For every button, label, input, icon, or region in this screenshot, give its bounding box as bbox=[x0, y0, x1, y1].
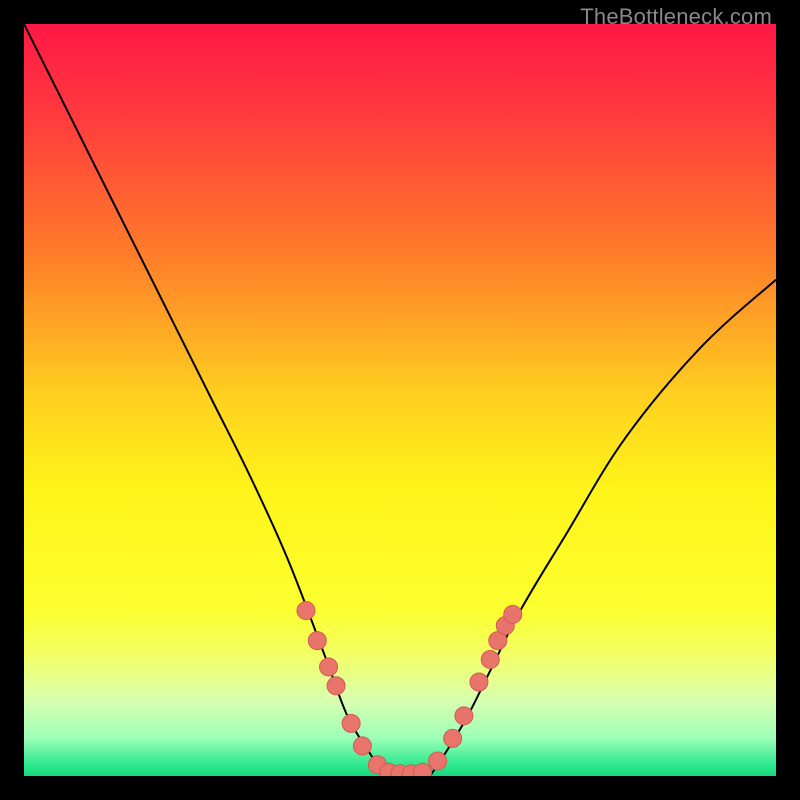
data-marker bbox=[297, 602, 315, 620]
chart-frame bbox=[24, 24, 776, 776]
data-marker bbox=[504, 605, 522, 623]
data-marker bbox=[429, 752, 447, 770]
data-marker bbox=[481, 650, 499, 668]
data-marker bbox=[308, 632, 326, 650]
data-marker bbox=[342, 714, 360, 732]
data-marker bbox=[414, 763, 432, 776]
data-marker bbox=[470, 673, 488, 691]
chart-background bbox=[24, 24, 776, 776]
chart-svg bbox=[24, 24, 776, 776]
data-marker bbox=[320, 658, 338, 676]
data-marker bbox=[455, 707, 473, 725]
data-marker bbox=[327, 677, 345, 695]
data-marker bbox=[353, 737, 371, 755]
data-marker bbox=[444, 729, 462, 747]
